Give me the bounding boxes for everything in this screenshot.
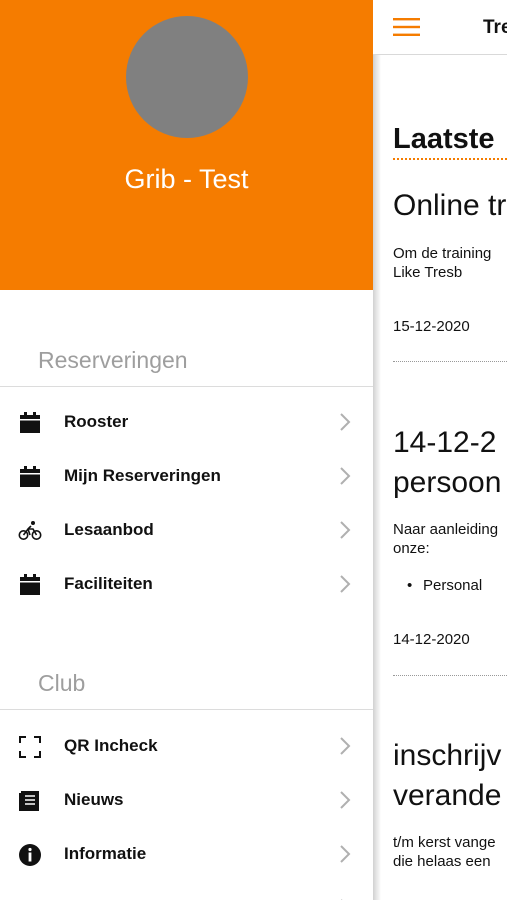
drawer-header: Grib - Test xyxy=(0,0,373,290)
article-body-line: Om de training xyxy=(393,245,492,262)
bicycle-icon xyxy=(18,521,42,540)
article-body-line: onze: xyxy=(393,540,430,557)
news-icon xyxy=(19,791,39,811)
avatar[interactable] xyxy=(126,16,248,138)
chevron-right-icon xyxy=(340,791,351,809)
article-title[interactable]: Online tr xyxy=(393,187,506,225)
menu-label: Lesaanbod xyxy=(64,520,154,539)
menu-item-partial[interactable] xyxy=(0,882,373,900)
menu-label: Rooster xyxy=(64,412,129,431)
article-separator xyxy=(393,361,507,362)
menu-label: Mijn Reserveringen xyxy=(64,466,221,485)
menu-item-rooster[interactable]: Rooster xyxy=(0,396,373,450)
chevron-right-icon xyxy=(340,737,351,755)
chevron-right-icon xyxy=(340,413,351,431)
article-date: 14-12-2020 xyxy=(393,631,470,648)
article-body-line: Naar aanleiding xyxy=(393,521,499,538)
menu-item-faciliteiten[interactable]: Faciliteiten xyxy=(0,558,373,612)
calendar-icon xyxy=(20,574,40,595)
navigation-drawer: Grib - Test Reserveringen Rooster Mijn R… xyxy=(0,0,373,900)
article-body-line: die helaas een xyxy=(393,853,491,870)
section-title-reserveringen: Reserveringen xyxy=(38,347,188,373)
news-heading: Laatste xyxy=(393,123,495,155)
section-divider xyxy=(0,709,373,710)
chevron-right-icon xyxy=(340,575,351,593)
hamburger-menu-icon[interactable] xyxy=(393,18,420,36)
menu-item-qr-incheck[interactable]: QR Incheck xyxy=(0,720,373,774)
menu-item-informatie[interactable]: Informatie xyxy=(0,828,373,882)
heading-underline xyxy=(393,158,507,160)
top-app-bar: Tre xyxy=(373,0,507,55)
menu-item-mijn-reserveringen[interactable]: Mijn Reserveringen xyxy=(0,450,373,504)
article-body-line: Like Tresb xyxy=(393,264,463,281)
article-title-line-2[interactable]: verande xyxy=(393,777,501,815)
menu-label: QR Incheck xyxy=(64,736,158,755)
section-divider xyxy=(0,386,373,387)
main-content: Tre Laatste Online tr Om de training Lik… xyxy=(373,0,507,900)
qr-scan-icon xyxy=(19,736,41,758)
menu-label: Nieuws xyxy=(64,790,124,809)
info-icon xyxy=(19,844,41,866)
chevron-right-icon xyxy=(340,845,351,863)
article-separator xyxy=(393,675,507,676)
menu-item-nieuws[interactable]: Nieuws xyxy=(0,774,373,828)
article-title[interactable]: inschrijv xyxy=(393,737,501,775)
profile-name: Grib - Test xyxy=(124,164,249,194)
drawer-shadow xyxy=(373,0,381,900)
article-bullet-item: Personal xyxy=(407,577,482,594)
menu-label: Faciliteiten xyxy=(64,574,153,593)
menu-item-lesaanbod[interactable]: Lesaanbod xyxy=(0,504,373,558)
menu-label: Informatie xyxy=(64,844,147,863)
section-title-club: Club xyxy=(38,670,86,696)
article-title-line-2[interactable]: persoon xyxy=(393,464,501,502)
chevron-right-icon xyxy=(340,521,351,539)
calendar-icon xyxy=(20,412,40,433)
calendar-icon xyxy=(20,466,40,487)
article-title[interactable]: 14-12-2 xyxy=(393,424,496,462)
article-date: 15-12-2020 xyxy=(393,318,470,335)
app-title: Tre xyxy=(483,17,507,38)
article-body-line: t/m kerst vange xyxy=(393,834,496,851)
chevron-right-icon xyxy=(340,467,351,485)
